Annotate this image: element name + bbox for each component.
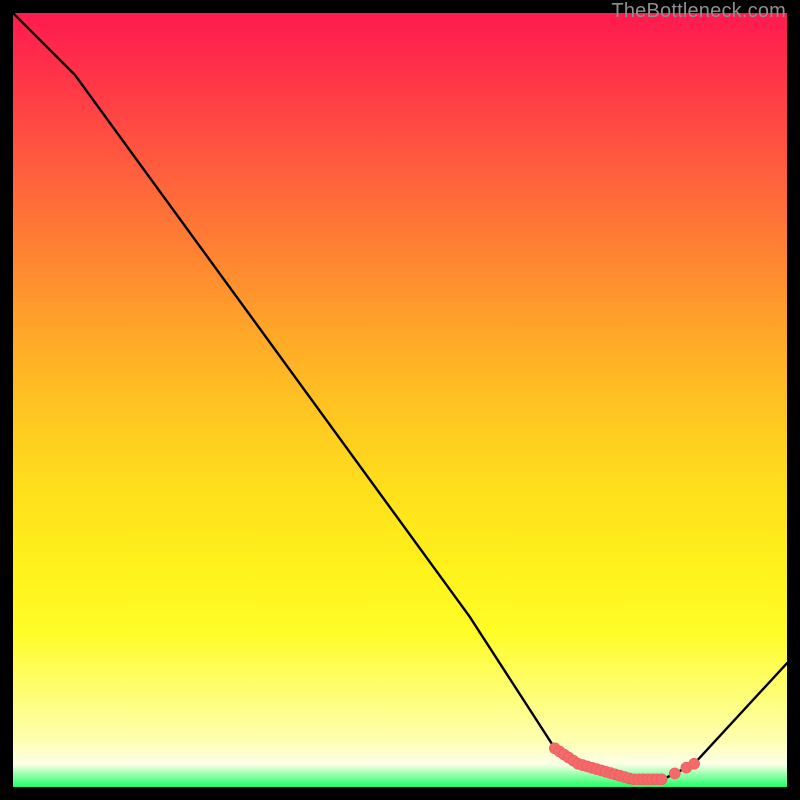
valley-markers-group [549, 743, 699, 785]
valley-marker [689, 758, 700, 769]
watermark-text: TheBottleneck.com [611, 0, 786, 23]
valley-marker [669, 768, 680, 779]
chart-container: TheBottleneck.com [0, 0, 800, 800]
chart-svg [13, 13, 787, 787]
curve-line [13, 13, 787, 779]
valley-marker [656, 774, 667, 785]
curve-line-group [13, 13, 787, 779]
